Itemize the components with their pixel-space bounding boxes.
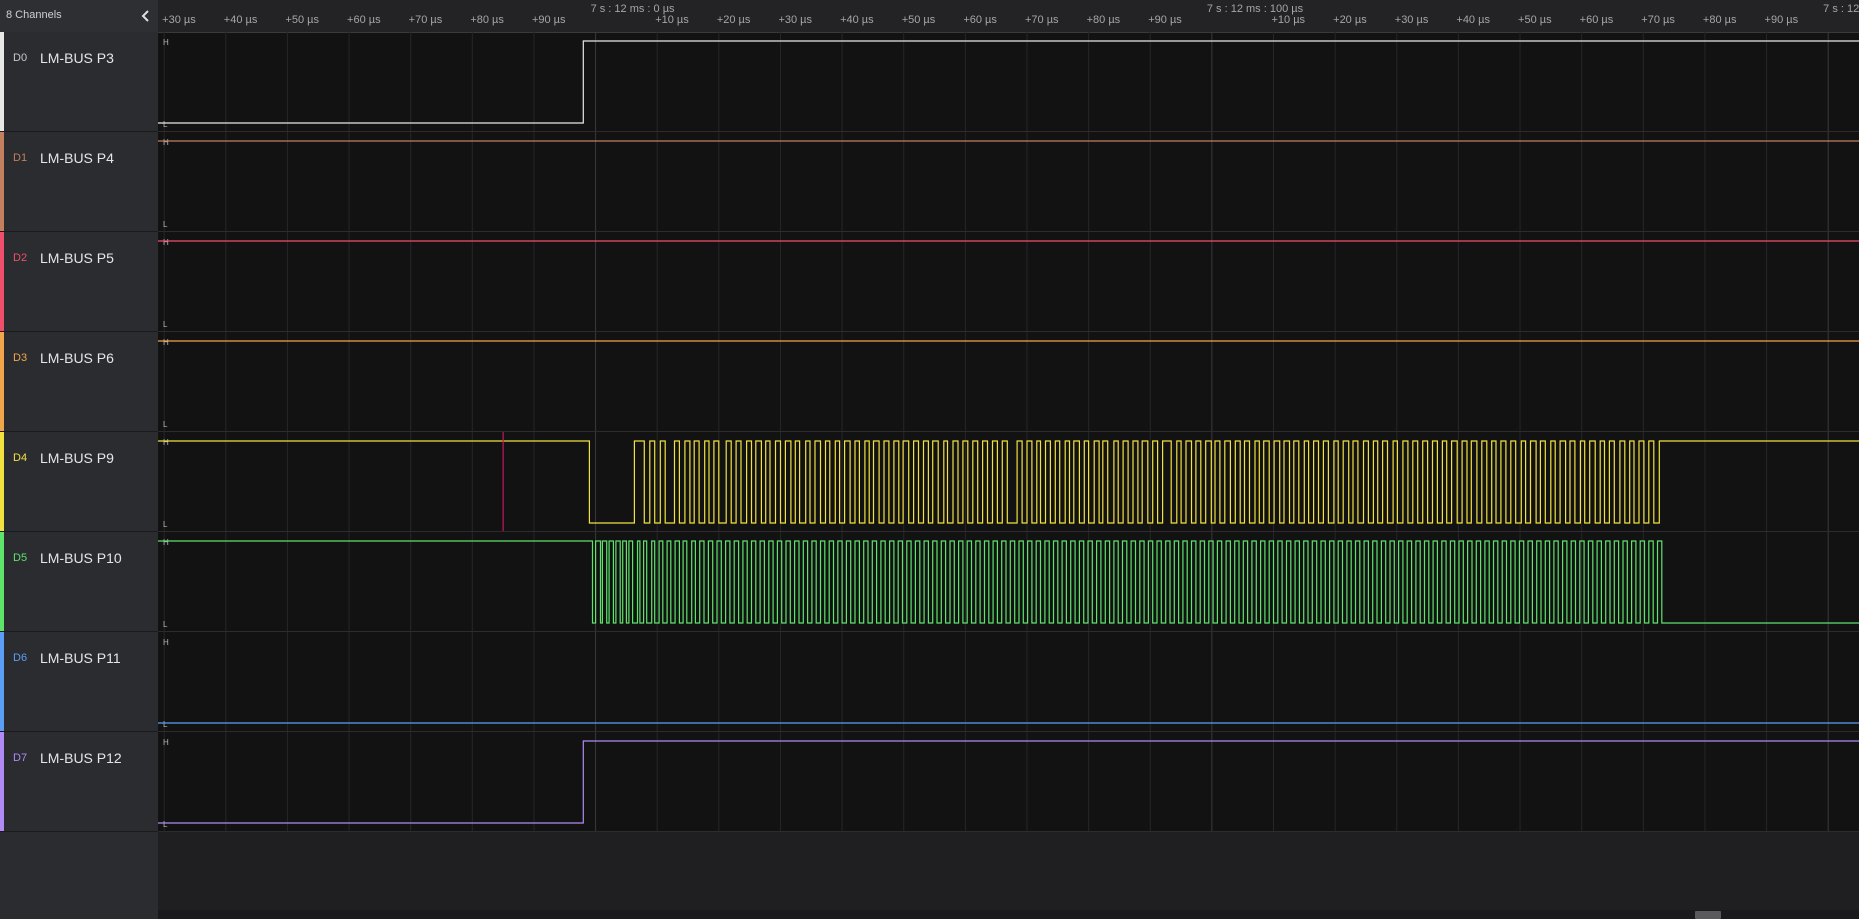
channel-row-d1[interactable]: D1 LM-BUS P4: [0, 132, 158, 232]
level-low-label: L: [163, 320, 168, 329]
logic-analyzer-window: 8 Channels D0 LM-BUS P3 D1 LM-BUS P4 D2 LM-BU…: [0, 0, 1859, 919]
channel-id-label: D6: [13, 652, 28, 664]
channel-color-bar: [0, 232, 4, 331]
channel-color-bar: [0, 532, 4, 631]
channel-id-label: D4: [13, 452, 28, 464]
level-low-label: L: [163, 620, 168, 629]
channel-id-label: D2: [13, 252, 28, 264]
channel-name-label: LM-BUS P10: [40, 550, 122, 566]
channel-id-label: D5: [13, 552, 28, 564]
level-high-label: H: [163, 38, 169, 47]
channel-row-d7[interactable]: D7 LM-BUS P12: [0, 732, 158, 832]
level-high-label: H: [163, 338, 169, 347]
channel-color-bar: [0, 132, 4, 231]
channel-row-d0[interactable]: D0 LM-BUS P3: [0, 32, 158, 132]
channels-count-label: 8 Channels: [6, 9, 62, 21]
channel-color-bar: [0, 632, 4, 731]
channel-color-bar: [0, 432, 4, 531]
channel-color-bar: [0, 332, 4, 431]
level-high-label: H: [163, 538, 169, 547]
collapse-sidebar-button[interactable]: [136, 6, 156, 26]
horizontal-scrollbar[interactable]: [158, 910, 1859, 919]
channel-id-label: D3: [13, 352, 28, 364]
level-high-label: H: [163, 738, 169, 747]
level-high-label: H: [163, 238, 169, 247]
level-high-label: H: [163, 438, 169, 447]
level-high-label: H: [163, 638, 169, 647]
scrollbar-thumb[interactable]: [1695, 911, 1722, 919]
level-low-label: L: [163, 720, 168, 729]
chevron-left-icon: [141, 10, 149, 22]
channel-id-label: D1: [13, 152, 28, 164]
level-low-label: L: [163, 420, 168, 429]
channel-row-d4[interactable]: D4 LM-BUS P9: [0, 432, 158, 532]
channel-name-label: LM-BUS P11: [40, 650, 121, 666]
level-low-label: L: [163, 220, 168, 229]
channel-row-d3[interactable]: D3 LM-BUS P6: [0, 332, 158, 432]
waveform-empty-area: [158, 832, 1859, 910]
channel-id-label: D7: [13, 752, 28, 764]
channel-name-label: LM-BUS P12: [40, 750, 122, 766]
channel-sidebar: 8 Channels D0 LM-BUS P3 D1 LM-BUS P4 D2 LM-BU…: [0, 0, 158, 919]
waveform-d0[interactable]: [158, 40, 1859, 124]
level-high-label: H: [163, 138, 169, 147]
channel-row-d5[interactable]: D5 LM-BUS P10: [0, 532, 158, 632]
waveform-canvas[interactable]: HLHLHLHLHLHLHLHL: [158, 0, 1859, 832]
channel-name-label: LM-BUS P3: [40, 50, 114, 66]
channel-name-label: LM-BUS P4: [40, 150, 114, 166]
waveform-d4[interactable]: [158, 440, 1859, 524]
channel-color-bar: [0, 732, 4, 831]
sidebar-empty-area: [0, 832, 158, 919]
waveform-view[interactable]: +30 µs +40 µs +50 µs +60 µs +70 µs +80 µs +90 …: [158, 0, 1859, 919]
channel-id-label: D0: [13, 52, 28, 64]
channel-name-label: LM-BUS P5: [40, 250, 114, 266]
channel-name-label: LM-BUS P9: [40, 450, 114, 466]
channel-row-d6[interactable]: D6 LM-BUS P11: [0, 632, 158, 732]
channel-name-label: LM-BUS P6: [40, 350, 114, 366]
channel-color-bar: [0, 32, 4, 131]
level-low-label: L: [163, 120, 168, 129]
level-low-label: L: [163, 520, 168, 529]
level-low-label: L: [163, 820, 168, 829]
channel-row-d2[interactable]: D2 LM-BUS P5: [0, 232, 158, 332]
sidebar-header: 8 Channels: [0, 0, 158, 33]
waveform-d7[interactable]: [158, 740, 1859, 824]
waveform-d5[interactable]: [158, 540, 1859, 624]
